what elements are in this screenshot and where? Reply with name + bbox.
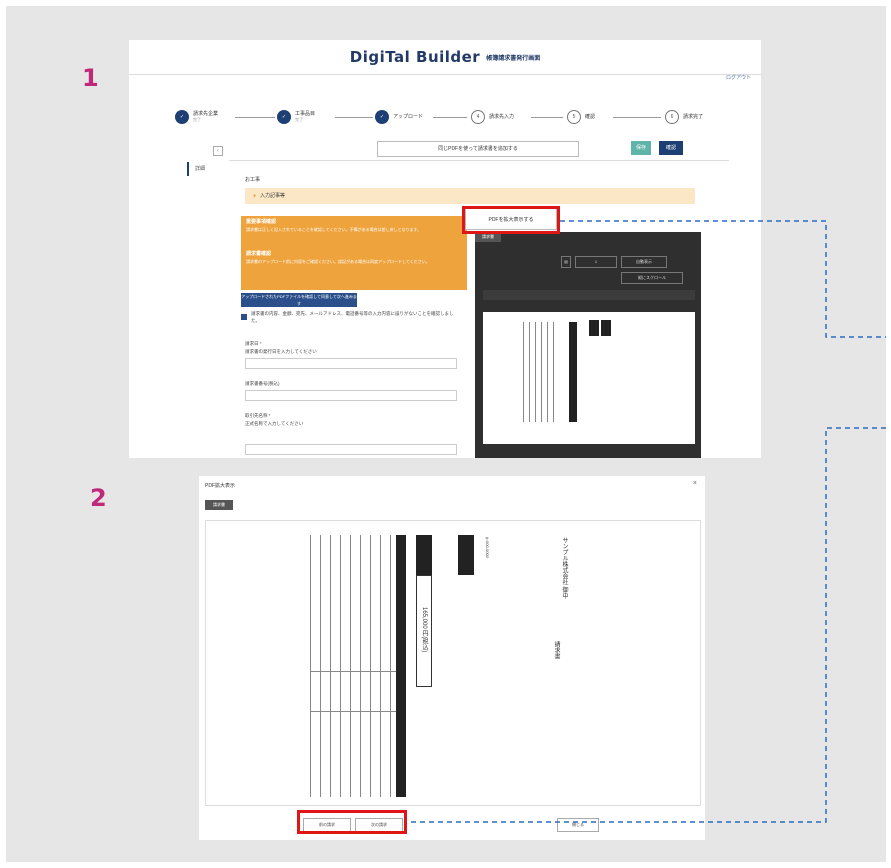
canvas: 1 2 DigiTal Builder 帳簿請求書発行画面 ログアウト ✓ 請求… [0, 0, 891, 868]
connector-lines [407, 220, 886, 823]
